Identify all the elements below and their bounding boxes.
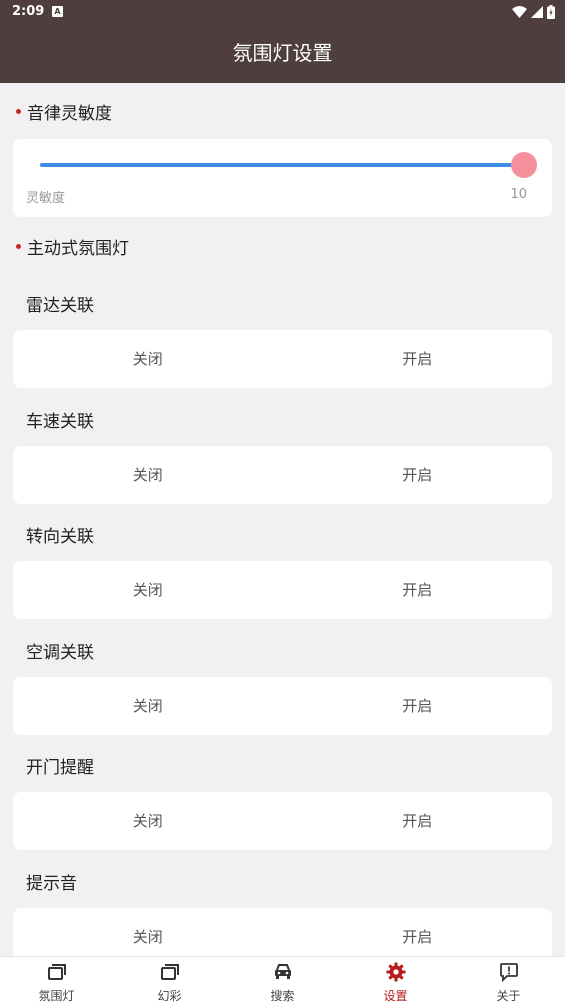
section-header-active: 主动式氛围灯 xyxy=(16,234,129,259)
window-stack-icon xyxy=(46,962,68,982)
bullet-dot xyxy=(16,109,21,114)
off-option[interactable]: 关闭 xyxy=(13,908,283,956)
section-header-sensitivity: 音律灵敏度 xyxy=(16,99,112,124)
toggle-ac: 关闭 开启 xyxy=(13,677,552,735)
slider-label: 灵敏度 xyxy=(26,191,66,206)
settings-content[interactable]: 音律灵敏度 灵敏度 10 主动式氛围灯 雷达关联 关闭 开启 车速关联 关闭 开… xyxy=(0,83,565,956)
setting-title-turn: 转向关联 xyxy=(26,527,94,547)
on-option[interactable]: 开启 xyxy=(283,908,553,956)
toggle-sound: 关闭 开启 xyxy=(13,908,552,956)
tab-settings[interactable]: 设置 xyxy=(339,957,452,1004)
on-option[interactable]: 开启 xyxy=(283,792,553,850)
title-bar: 氛围灯设置 xyxy=(0,24,565,83)
off-option[interactable]: 关闭 xyxy=(13,561,283,619)
status-bar: 2:09 A xyxy=(0,0,565,24)
status-icons xyxy=(512,4,555,20)
off-option[interactable]: 关闭 xyxy=(13,330,283,388)
window-stack-icon xyxy=(159,962,181,982)
section-title: 音律灵敏度 xyxy=(27,104,112,124)
toggle-turn: 关闭 开启 xyxy=(13,561,552,619)
bottom-tab-bar: 氛围灯 幻彩 搜索 设置 关于 xyxy=(0,956,565,1004)
setting-title-sound: 提示音 xyxy=(26,874,77,894)
tab-label: 设置 xyxy=(383,989,408,1003)
sensitivity-card: 灵敏度 10 xyxy=(13,139,552,217)
wifi-icon xyxy=(512,6,527,18)
slider-track[interactable] xyxy=(40,163,525,167)
section-title: 主动式氛围灯 xyxy=(27,239,129,259)
gear-icon xyxy=(385,962,407,982)
alert-message-icon xyxy=(498,962,520,982)
page-title: 氛围灯设置 xyxy=(232,41,333,65)
setting-title-speed: 车速关联 xyxy=(26,412,94,432)
bullet-dot xyxy=(16,244,21,249)
off-option[interactable]: 关闭 xyxy=(13,677,283,735)
off-option[interactable]: 关闭 xyxy=(13,446,283,504)
toggle-radar: 关闭 开启 xyxy=(13,330,552,388)
setting-title-door: 开门提醒 xyxy=(26,758,94,778)
tab-colorful[interactable]: 幻彩 xyxy=(113,957,226,1004)
tab-search[interactable]: 搜索 xyxy=(226,957,339,1004)
tab-label: 搜索 xyxy=(270,989,295,1003)
tab-label: 幻彩 xyxy=(157,989,182,1003)
on-option[interactable]: 开启 xyxy=(283,446,553,504)
tab-about[interactable]: 关于 xyxy=(452,957,565,1004)
tab-label: 关于 xyxy=(496,989,521,1003)
signal-icon xyxy=(531,6,543,18)
on-option[interactable]: 开启 xyxy=(283,330,553,388)
toggle-speed: 关闭 开启 xyxy=(13,446,552,504)
battery-icon xyxy=(547,5,555,19)
slider-thumb[interactable] xyxy=(511,152,537,178)
off-option[interactable]: 关闭 xyxy=(13,792,283,850)
slider-value: 10 xyxy=(510,187,527,202)
notification-icon: A xyxy=(52,6,63,17)
status-time: 2:09 xyxy=(12,4,45,19)
setting-title-ac: 空调关联 xyxy=(26,643,94,663)
toggle-door: 关闭 开启 xyxy=(13,792,552,850)
tab-label: 氛围灯 xyxy=(38,989,75,1003)
tab-ambient-light[interactable]: 氛围灯 xyxy=(0,957,113,1004)
car-icon xyxy=(272,962,294,982)
setting-title-radar: 雷达关联 xyxy=(26,296,94,316)
on-option[interactable]: 开启 xyxy=(283,561,553,619)
on-option[interactable]: 开启 xyxy=(283,677,553,735)
